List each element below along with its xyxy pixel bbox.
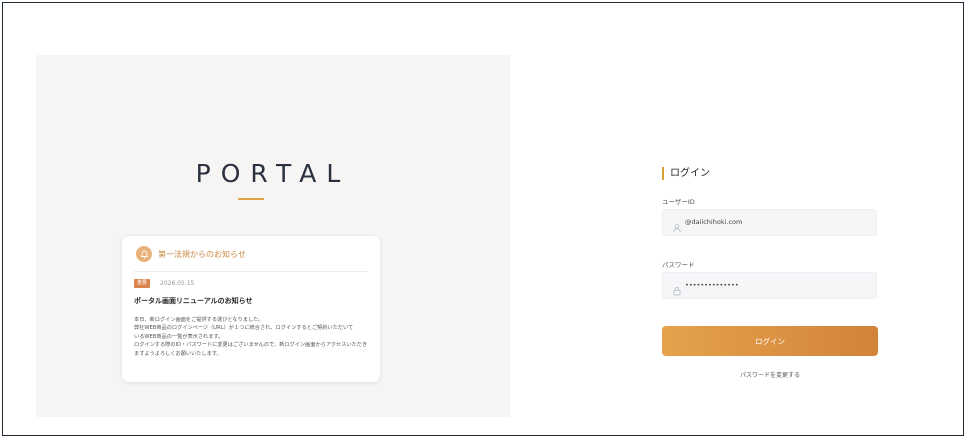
heading-accent-bar: [662, 167, 664, 180]
notice-body-line: 本日、新ログイン画面をご提供する運びとなりました。: [134, 317, 264, 323]
portal-logo: PORTAL: [195, 159, 351, 188]
app-frame: PORTAL 第一法規からのお知らせ 重要 2026.05.15 ポータル画面リ…: [2, 2, 964, 436]
notice-body-line: いるWEB商品の一覧が表示されます。: [134, 333, 224, 340]
user-id-label: ユーザーID: [662, 198, 695, 206]
notice-date: 2026.05.15: [160, 280, 195, 287]
user-id-input[interactable]: [685, 210, 865, 235]
change-password-link[interactable]: パスワードを変更する: [662, 370, 878, 379]
logo-underline: [238, 198, 264, 200]
notice-body-line: 弊社WEB商品のログインページ（URL）が１つに統合され、ログインするとご契約い…: [134, 325, 354, 332]
user-icon: [672, 218, 682, 233]
notice-title: 第一法規からのお知らせ: [158, 250, 246, 259]
notice-body-line: ログインする際のID・パスワードに変更はございませんので、新ログイン画面からアク…: [134, 342, 368, 349]
notice-body: 本日、新ログイン画面をご提供する運びとなりました。 弊社WEB商品のログインペー…: [134, 316, 370, 358]
important-badge: 重要: [134, 279, 151, 288]
bell-icon: [136, 246, 152, 262]
branding-panel: PORTAL 第一法規からのお知らせ 重要 2026.05.15 ポータル画面リ…: [36, 55, 510, 417]
notice-body-line: ますようよろしくお願いいたします。: [134, 350, 222, 357]
lock-icon: [672, 281, 682, 296]
divider: [134, 271, 368, 272]
password-input[interactable]: [685, 273, 865, 298]
user-id-field[interactable]: [662, 209, 877, 236]
password-label: パスワード: [662, 261, 695, 269]
password-field[interactable]: [662, 272, 877, 299]
notice-card: 第一法規からのお知らせ 重要 2026.05.15 ポータル画面リニューアルのお…: [122, 236, 380, 382]
login-button[interactable]: ログイン: [662, 326, 878, 356]
notice-headline: ポータル画面リニューアルのお知らせ: [134, 297, 253, 305]
login-heading: ログイン: [670, 168, 710, 179]
